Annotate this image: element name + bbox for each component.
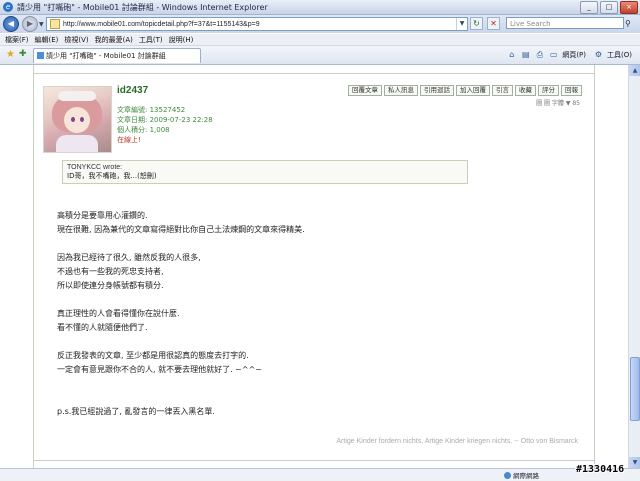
title-bar: e 請少用 "打嘴砲" - Mobile01 討論群組 - Windows In… xyxy=(0,0,640,15)
bookmark-button[interactable]: 收藏 xyxy=(515,85,536,96)
refresh-icon[interactable]: ↻ xyxy=(470,17,483,30)
quote-text: ID哥，我不嘴砲，我...(恕刪) xyxy=(67,172,157,180)
quote-author: TONYKCC wrote: xyxy=(67,164,123,171)
zone-label: 網際網路 xyxy=(513,472,539,480)
online-status: 在線上! xyxy=(117,136,141,144)
quote-block: TONYKCC wrote: ID哥，我不嘴砲，我...(恕刪) xyxy=(62,160,468,184)
history-dropdown-icon[interactable]: ▼ xyxy=(39,21,44,28)
post-id-label: 文章編號: xyxy=(117,106,148,114)
reply-button[interactable]: 回覆文章 xyxy=(348,85,382,96)
avatar-bow xyxy=(58,91,96,101)
user-avatar[interactable] xyxy=(43,86,112,153)
private-message-button[interactable]: 私人訊息 xyxy=(384,85,418,96)
body-line: 不過也有一些我的死忠支持者, xyxy=(57,267,164,276)
page-icon xyxy=(50,19,60,29)
window-title: 請少用 "打嘴砲" - Mobile01 討論群組 - Windows Inte… xyxy=(17,2,268,12)
page-menu-icon[interactable]: ▭ xyxy=(548,49,559,60)
vertical-scrollbar[interactable]: ▲ ▼ xyxy=(628,65,640,468)
post-action-buttons: 回覆文章 私人訊息 引用迴話 加入回覆 引言 收藏 評分 回報 xyxy=(348,85,582,96)
body-line: p.s.我已經說過了, 亂發言的一律丟入黑名單. xyxy=(57,407,215,416)
quote-button[interactable]: 引言 xyxy=(492,85,513,96)
tab-label: 請少用 "打嘴砲" - Mobile01 討論群組 xyxy=(46,52,166,60)
body-line: 真正理性的人會看得懂你在說什麼. xyxy=(57,309,180,318)
address-bar[interactable]: http://www.mobile01.com/topicdetail.php?… xyxy=(46,17,468,31)
add-reply-button[interactable]: 加入回覆 xyxy=(456,85,490,96)
search-input[interactable]: Live Search ⚲ xyxy=(506,17,631,29)
command-bar: ⌂ ▤ ⎙ ▭ 網頁(P) ⚙ 工具(O) xyxy=(506,49,636,60)
username-link[interactable]: id2437 xyxy=(117,85,148,96)
divider xyxy=(34,460,594,461)
body-line: 現在很難, 因為兼代的文章寫得絕對比你自己土法煉鋼的文章來得精美. xyxy=(57,225,305,234)
report-button[interactable]: 回報 xyxy=(561,85,582,96)
add-favorite-icon[interactable]: ✚ xyxy=(19,49,27,59)
menu-bar: 檔案(F) 編輯(E) 檢視(V) 我的最愛(A) 工具(T) 說明(H) xyxy=(0,34,640,46)
window-controls: _ □ × xyxy=(580,1,638,14)
menu-file[interactable]: 檔案(F) xyxy=(5,35,29,45)
quote-reply-button[interactable]: 引用迴話 xyxy=(420,85,454,96)
watermark: #1330416 xyxy=(576,464,625,475)
stop-icon[interactable]: ✕ xyxy=(487,17,500,30)
menu-tools[interactable]: 工具(T) xyxy=(139,35,163,45)
menu-favorites[interactable]: 我的最愛(A) xyxy=(95,35,133,45)
user-points-value: 1,008 xyxy=(149,126,170,134)
favorites-star-icon[interactable]: ★ xyxy=(6,49,15,60)
tab-bar: ★ ✚ 請少用 "打嘴砲" - Mobile01 討論群組 ⌂ ▤ ⎙ ▭ 網頁… xyxy=(0,46,640,65)
divider xyxy=(34,73,594,74)
tools-menu-button[interactable]: 工具(O) xyxy=(607,50,632,60)
scroll-thumb[interactable] xyxy=(630,357,640,421)
globe-icon xyxy=(504,472,511,479)
body-line: 因為我已經待了很久, 雖然反我的人很多, xyxy=(57,253,201,262)
minimize-button[interactable]: _ xyxy=(580,1,598,14)
scroll-down-button[interactable]: ▼ xyxy=(629,457,640,468)
back-button[interactable]: ◀ xyxy=(3,16,19,32)
security-zone: 網際網路 xyxy=(504,470,539,480)
tab-current[interactable]: 請少用 "打嘴砲" - Mobile01 討論群組 xyxy=(33,48,201,63)
close-button[interactable]: × xyxy=(620,1,638,14)
avatar-eye xyxy=(71,117,75,122)
post-date-label: 文章日期: xyxy=(117,116,148,124)
body-line: 一定會有意見跟你不合的人, 就不要去理他就好了. ~^^~ xyxy=(57,365,262,374)
navigation-bar: ◀ ▶ ▼ http://www.mobile01.com/topicdetai… xyxy=(0,15,640,33)
menu-help[interactable]: 說明(H) xyxy=(169,35,194,45)
body-line: 所以即使連分身帳號都有積分. xyxy=(57,281,164,290)
scroll-up-button[interactable]: ▲ xyxy=(629,65,640,76)
page-viewport: id2437 文章編號: 13527452 文章日期: 2009-07-23 2… xyxy=(0,65,628,468)
forum-post: id2437 文章編號: 13527452 文章日期: 2009-07-23 2… xyxy=(33,65,595,468)
maximize-button[interactable]: □ xyxy=(600,1,618,14)
body-line: 高積分是要靠用心灌鑽的. xyxy=(57,211,148,220)
post-body: 高積分是要靠用心灌鑽的. 現在很難, 因為兼代的文章寫得絕對比你自己土法煉鋼的文… xyxy=(57,209,577,419)
forward-button[interactable]: ▶ xyxy=(22,16,38,32)
post-date-value: 2009-07-23 22:28 xyxy=(149,116,213,124)
ie-logo-icon: e xyxy=(3,2,13,12)
search-icon[interactable]: ⚲ xyxy=(625,18,635,29)
page-menu-button[interactable]: 網頁(P) xyxy=(562,50,586,60)
tab-page-icon xyxy=(37,52,44,59)
user-meta: 文章編號: 13527452 文章日期: 2009-07-23 22:28 個人… xyxy=(117,105,213,145)
address-input[interactable]: http://www.mobile01.com/topicdetail.php?… xyxy=(63,21,260,28)
print-icon[interactable]: ⎙ xyxy=(534,49,545,60)
body-line: 看不懂的人就隨便他們了. xyxy=(57,323,148,332)
rate-button[interactable]: 評分 xyxy=(538,85,559,96)
address-actions: ↻ ✕ xyxy=(470,17,500,30)
avatar-face xyxy=(64,107,90,133)
home-icon[interactable]: ⌂ xyxy=(506,49,517,60)
menu-view[interactable]: 檢視(V) xyxy=(64,35,88,45)
post-id-value: 13527452 xyxy=(149,106,186,114)
menu-edit[interactable]: 編輯(E) xyxy=(35,35,59,45)
avatar-dress xyxy=(56,135,98,152)
font-size-control[interactable]: 圖 圖 字體 ▼ 85 xyxy=(536,98,580,107)
signature: Artige Kinder fordern nichts. Artige Kin… xyxy=(336,438,578,445)
feeds-icon[interactable]: ▤ xyxy=(520,49,531,60)
avatar-eye xyxy=(80,117,84,122)
tools-gear-icon[interactable]: ⚙ xyxy=(593,49,604,60)
body-line: 反正我發表的文章, 至少都是用很認真的態度去打字的. xyxy=(57,351,249,360)
user-points-label: 個人積分: xyxy=(117,126,148,134)
status-bar: 網際網路 xyxy=(0,468,640,481)
address-dropdown-icon[interactable]: ▼ xyxy=(456,18,467,30)
